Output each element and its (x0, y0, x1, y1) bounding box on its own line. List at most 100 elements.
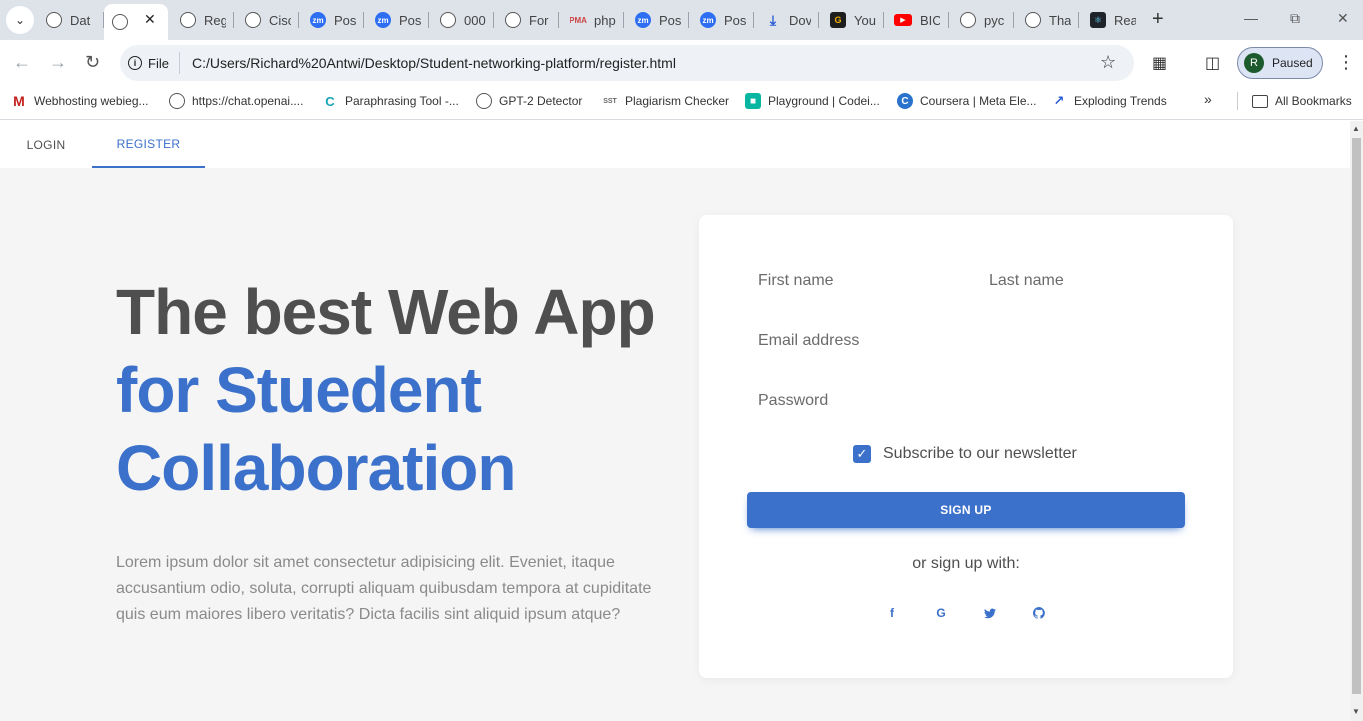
bookmark-star-icon[interactable]: ☆ (1100, 52, 1116, 73)
profile-status: Paused (1272, 56, 1313, 70)
more-menu-icon[interactable]: ⋮ (1337, 52, 1355, 73)
globe-icon (505, 12, 521, 28)
more-bookmarks-icon[interactable]: » (1204, 91, 1212, 107)
facebook-icon[interactable]: f (882, 603, 902, 623)
zoom-icon: zm (310, 12, 326, 28)
browser-tab[interactable]: ⤓ Dov (765, 6, 811, 34)
openai-icon (169, 93, 185, 109)
newsletter-row: ✓ Subscribe to our newsletter (853, 445, 1077, 463)
extensions-icon[interactable]: ▦ (1152, 53, 1167, 73)
info-icon: i (128, 56, 142, 70)
youtube-icon: ▶ (894, 14, 912, 26)
first-name-input[interactable] (758, 272, 958, 290)
globe-icon (112, 14, 128, 30)
bookmark-item[interactable]: ↗ Exploding Trends (1051, 92, 1167, 110)
newsletter-checkbox[interactable]: ✓ (853, 445, 871, 463)
github-icon[interactable] (1029, 603, 1049, 623)
globe-icon (46, 12, 62, 28)
newsletter-label[interactable]: Subscribe to our newsletter (883, 445, 1077, 463)
forward-arrow-icon[interactable]: → (49, 52, 67, 73)
google-icon[interactable]: G (931, 603, 951, 623)
bookmark-item[interactable]: GPT-2 Detector (476, 92, 582, 110)
last-name-field[interactable] (989, 272, 1189, 290)
avatar: R (1244, 53, 1264, 73)
browser-tab[interactable]: PMA php (570, 6, 616, 34)
g-icon: G (830, 12, 846, 28)
gmail-icon: M (13, 93, 25, 109)
browser-tab[interactable]: ⚛ Rea (1090, 6, 1136, 34)
browser-tab[interactable]: ▶ BIC (894, 6, 940, 34)
codeium-icon: ■ (745, 93, 761, 109)
profile-button[interactable]: R Paused (1237, 47, 1323, 79)
browser-tab[interactable]: zm Pos (635, 6, 681, 34)
password-field[interactable] (758, 392, 1178, 410)
close-tab-icon[interactable]: ✕ (144, 11, 156, 28)
first-name-field[interactable] (758, 272, 958, 290)
bookmark-item[interactable]: ■ Playground | Codei... (745, 92, 880, 110)
close-window-icon[interactable]: ✕ (1337, 10, 1349, 27)
tab-register[interactable]: REGISTER (92, 121, 205, 168)
restore-icon[interactable]: ⧉ (1290, 10, 1300, 27)
browser-tab[interactable]: zm Pos (310, 6, 356, 34)
address-bar[interactable]: i File C:/Users/Richard%20Antwi/Desktop/… (120, 45, 1134, 81)
hero-heading: The best Web App for Stuedent Collaborat… (116, 273, 676, 507)
bookmark-item[interactable]: C Coursera | Meta Ele... (897, 92, 1037, 110)
trend-icon: ↗ (1053, 93, 1065, 108)
browser-tab[interactable]: Dat (46, 6, 96, 34)
side-panel-icon[interactable]: ◫ (1205, 53, 1220, 73)
reload-icon[interactable]: ↻ (85, 52, 100, 73)
last-name-input[interactable] (989, 272, 1189, 290)
paraphrase-icon: C (325, 93, 335, 109)
hero-line-2: for Stuedent (116, 354, 482, 426)
minimize-icon[interactable]: — (1244, 10, 1258, 26)
social-prompt: or sign up with: (912, 555, 1020, 572)
tab-login[interactable]: LOGIN (0, 121, 92, 168)
react-icon: ⚛ (1090, 12, 1106, 28)
hero-line-1: The best Web App (116, 276, 656, 348)
page-scrollbar[interactable]: ▲ ▼ (1350, 121, 1363, 721)
back-arrow-icon[interactable]: ← (13, 52, 31, 73)
twitter-icon[interactable] (980, 603, 1000, 623)
browser-tab[interactable]: Cisc (245, 6, 291, 34)
globe-icon (245, 12, 261, 28)
tab-search-button[interactable]: ⌄ (6, 6, 34, 34)
bookmark-item[interactable]: C Paraphrasing Tool -... (322, 92, 459, 110)
globe-icon (440, 12, 456, 28)
browser-tab[interactable]: 000 (440, 6, 486, 34)
browser-tab[interactable]: Tha (1025, 6, 1071, 34)
browser-tab[interactable]: Reg (180, 6, 226, 34)
browser-tab-active[interactable] (104, 4, 168, 40)
bookmark-item[interactable]: SST Plagiarism Checker (602, 92, 729, 110)
url-text[interactable]: C:/Users/Richard%20Antwi/Desktop/Student… (192, 55, 676, 71)
site-info-chip[interactable]: i File (128, 52, 180, 74)
sst-icon: SST (603, 97, 617, 105)
hero-line-3: Collaboration (116, 432, 516, 504)
scrollbar-thumb[interactable] (1352, 138, 1361, 694)
bookmark-item[interactable]: M Webhosting webieg... (11, 92, 148, 110)
page: LOGIN REGISTER The best Web App for Stue… (0, 121, 1350, 721)
all-bookmarks-button[interactable]: All Bookmarks (1252, 92, 1352, 110)
folder-icon (1252, 94, 1268, 108)
scroll-down-icon[interactable]: ▼ (1352, 707, 1360, 716)
zoom-icon: zm (635, 12, 651, 28)
email-field[interactable] (758, 332, 1178, 350)
browser-tab[interactable]: G You (830, 6, 876, 34)
browser-tab[interactable]: For (505, 6, 551, 34)
password-input[interactable] (758, 392, 1178, 410)
bookmark-item[interactable]: https://chat.openai.... (169, 92, 303, 110)
browser-tab[interactable]: zm Pos (375, 6, 421, 34)
register-card: ✓ Subscribe to our newsletter SIGN UP or… (699, 215, 1233, 678)
globe-icon (476, 93, 492, 109)
globe-icon (180, 12, 196, 28)
phpmyadmin-icon: PMA (570, 15, 587, 25)
email-input[interactable] (758, 332, 1178, 350)
browser-tab[interactable]: zm Pos (700, 6, 746, 34)
browser-tab[interactable]: pyc (960, 6, 1006, 34)
globe-icon (960, 12, 976, 28)
scroll-up-icon[interactable]: ▲ (1352, 124, 1360, 133)
sign-up-button[interactable]: SIGN UP (747, 492, 1185, 528)
new-tab-icon[interactable]: + (1152, 9, 1164, 29)
auth-tabs: LOGIN REGISTER (0, 121, 1350, 168)
download-icon: ⤓ (769, 11, 777, 28)
chevron-down-icon: ⌄ (14, 13, 26, 27)
